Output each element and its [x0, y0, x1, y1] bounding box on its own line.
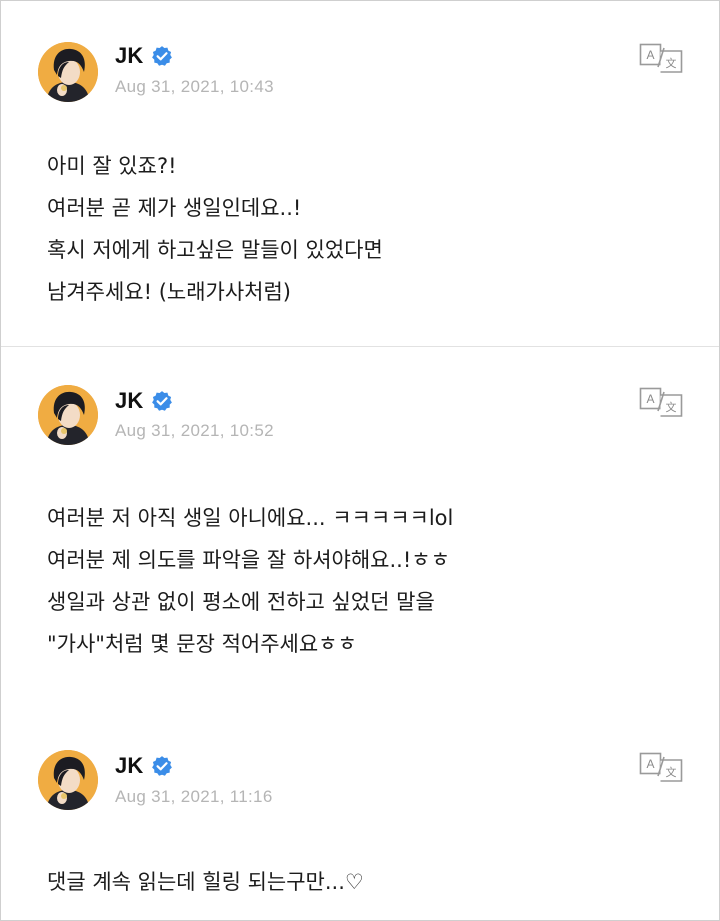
- post-timestamp: Aug 31, 2021, 10:43: [115, 77, 274, 96]
- avatar[interactable]: [38, 750, 98, 810]
- post-body: 댓글 계속 읽는데 힐링 되는구만...♡: [47, 861, 364, 903]
- translate-button[interactable]: [639, 752, 683, 782]
- post-2: JK Aug 31, 2021, 10:52 여러분 저 아직 생일 아니에요.…: [1, 347, 719, 712]
- profile-photo: [38, 750, 98, 810]
- post-text-line: 댓글 계속 읽는데 힐링 되는구만...♡: [47, 870, 364, 894]
- notice-feed: JK Aug 31, 2021, 10:43 아미 잘 있죠?! 여러분 곧 제…: [0, 0, 720, 921]
- translate-icon: [639, 43, 683, 73]
- post-body: 아미 잘 있죠?! 여러분 곧 제가 생일인데요..! 혹시 저에게 하고싶은 …: [47, 145, 383, 313]
- avatar[interactable]: [38, 385, 98, 445]
- translate-button[interactable]: [639, 43, 683, 73]
- author-name[interactable]: JK: [115, 753, 144, 779]
- verified-badge-icon: [151, 755, 173, 777]
- post-text-line: 남겨주세요! (노래가사처럼): [47, 280, 291, 304]
- translate-button[interactable]: [639, 387, 683, 417]
- post-timestamp: Aug 31, 2021, 10:52: [115, 421, 274, 440]
- post-text-line: 여러분 곧 제가 생일인데요..!: [47, 196, 302, 220]
- translate-icon: [639, 752, 683, 782]
- author-row: JK: [115, 388, 173, 414]
- post-3: JK Aug 31, 2021, 11:16 댓글 계속 읽는데 힐링 되는구만…: [1, 712, 719, 920]
- post-text-line: 여러분 제 의도를 파악을 잘 하셔야해요..!ㅎㅎ: [47, 548, 450, 572]
- post-text-line: 생일과 상관 없이 평소에 전하고 싶었던 말을: [47, 590, 435, 614]
- author-name[interactable]: JK: [115, 43, 144, 69]
- post-1: JK Aug 31, 2021, 10:43 아미 잘 있죠?! 여러분 곧 제…: [1, 1, 719, 346]
- author-name[interactable]: JK: [115, 388, 144, 414]
- author-row: JK: [115, 753, 173, 779]
- avatar[interactable]: [38, 42, 98, 102]
- translate-icon: [639, 387, 683, 417]
- profile-photo: [38, 385, 98, 445]
- post-text-line: 혹시 저에게 하고싶은 말들이 있었다면: [47, 238, 383, 262]
- post-text-line: 아미 잘 있죠?!: [47, 154, 177, 178]
- post-text-line: "가사"처럼 몇 문장 적어주세요ㅎㅎ: [47, 632, 357, 656]
- author-row: JK: [115, 43, 173, 69]
- profile-photo: [38, 42, 98, 102]
- post-body: 여러분 저 아직 생일 아니에요... ㅋㅋㅋㅋㅋlol 여러분 제 의도를 파…: [47, 497, 453, 665]
- post-text-line: 여러분 저 아직 생일 아니에요... ㅋㅋㅋㅋㅋlol: [47, 506, 454, 530]
- verified-badge-icon: [151, 390, 173, 412]
- verified-badge-icon: [151, 45, 173, 67]
- post-timestamp: Aug 31, 2021, 11:16: [115, 787, 273, 806]
